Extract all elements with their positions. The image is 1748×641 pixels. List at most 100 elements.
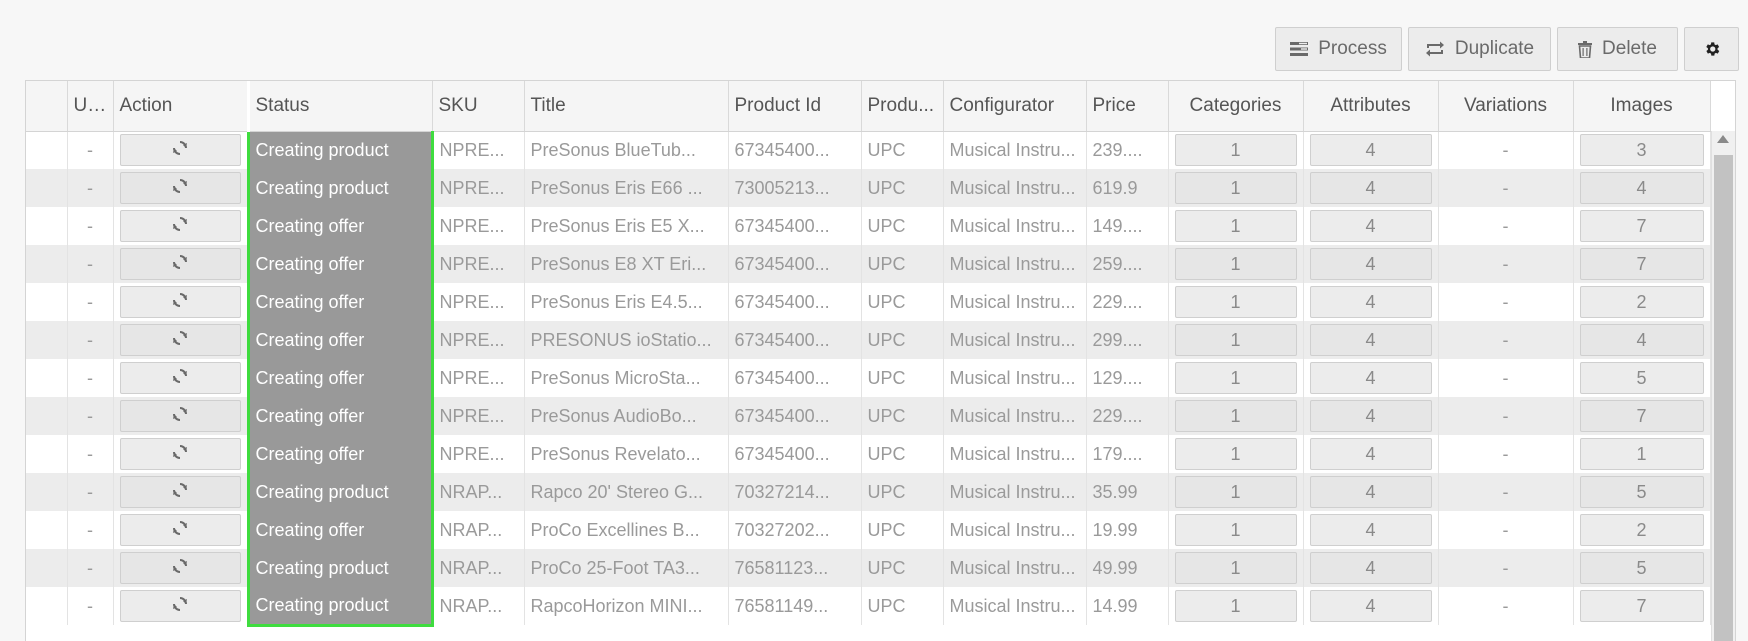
images-button[interactable]: 5 — [1579, 476, 1704, 508]
row-select-cell[interactable] — [26, 321, 68, 359]
images-button[interactable]: 1 — [1579, 438, 1704, 470]
table-row[interactable]: - Creating product NRAP... ProCo 25-Foot… — [26, 549, 1711, 587]
categories-button[interactable]: 1 — [1174, 286, 1297, 318]
table-row[interactable]: - Creating offer NPRE... PreSonus Eris E… — [26, 283, 1711, 321]
refresh-button[interactable] — [119, 438, 241, 470]
attributes-button[interactable]: 4 — [1309, 400, 1432, 432]
images-button[interactable]: 7 — [1579, 590, 1704, 622]
row-select-cell[interactable] — [26, 473, 68, 511]
images-button[interactable]: 7 — [1579, 400, 1704, 432]
attributes-button[interactable]: 4 — [1309, 438, 1432, 470]
col-variations[interactable]: Variations — [1438, 81, 1574, 132]
categories-button[interactable]: 1 — [1174, 476, 1297, 508]
refresh-button[interactable] — [119, 362, 241, 394]
categories-button[interactable]: 1 — [1174, 248, 1297, 280]
table-row[interactable]: - Creating offer NPRE... PreSonus E8 XT … — [26, 245, 1711, 283]
table-row[interactable]: - Creating offer NRAP... ProCo Excelline… — [26, 511, 1711, 549]
col-status[interactable]: Status — [248, 81, 433, 132]
col-select[interactable] — [26, 81, 68, 132]
categories-button[interactable]: 1 — [1174, 590, 1297, 622]
attributes-button[interactable]: 4 — [1309, 286, 1432, 318]
refresh-button[interactable] — [119, 172, 241, 204]
refresh-button[interactable] — [119, 286, 241, 318]
images-button[interactable]: 2 — [1579, 286, 1704, 318]
table-row[interactable]: - Creating offer NPRE... PreSonus Eris E… — [26, 207, 1711, 245]
table-row[interactable]: - Creating product NPRE... PreSonus Eris… — [26, 169, 1711, 207]
col-images[interactable]: Images — [1573, 81, 1711, 132]
row-select-cell[interactable] — [26, 549, 68, 587]
delete-button[interactable]: Delete — [1557, 27, 1678, 71]
refresh-button[interactable] — [119, 590, 241, 622]
refresh-button[interactable] — [119, 134, 241, 167]
table-row[interactable]: - Creating product NPRE... PreSonus Blue… — [26, 131, 1711, 169]
row-select-cell[interactable] — [26, 245, 68, 283]
categories-button[interactable]: 1 — [1174, 134, 1297, 167]
col-product-id[interactable]: Product Id — [728, 81, 862, 132]
table-row[interactable]: - Creating product NRAP... RapcoHorizon … — [26, 587, 1711, 627]
row-select-cell[interactable] — [26, 169, 68, 207]
categories-button[interactable]: 1 — [1174, 514, 1297, 546]
attributes-button[interactable]: 4 — [1309, 590, 1432, 622]
images-button[interactable]: 4 — [1579, 172, 1704, 204]
col-price[interactable]: Price — [1086, 81, 1169, 132]
attributes-cell: 4 — [1303, 131, 1439, 169]
images-button[interactable]: 3 — [1579, 134, 1704, 167]
categories-button[interactable]: 1 — [1174, 438, 1297, 470]
table-row[interactable]: - Creating product NRAP... Rapco 20' Ste… — [26, 473, 1711, 511]
categories-button[interactable]: 1 — [1174, 552, 1297, 584]
row-select-cell[interactable] — [26, 511, 68, 549]
settings-button[interactable] — [1684, 27, 1739, 71]
col-title[interactable]: Title — [524, 81, 729, 132]
row-select-cell[interactable] — [26, 283, 68, 321]
attributes-button[interactable]: 4 — [1309, 514, 1432, 546]
categories-button[interactable]: 1 — [1174, 324, 1297, 356]
attributes-button[interactable]: 4 — [1309, 210, 1432, 242]
images-button[interactable]: 5 — [1579, 362, 1704, 394]
scroll-up-arrow-icon[interactable] — [1717, 135, 1729, 143]
col-configurator[interactable]: Configurator — [943, 81, 1087, 132]
refresh-button[interactable] — [119, 476, 241, 508]
col-url[interactable]: URL — [67, 81, 114, 132]
vertical-scrollbar[interactable] — [1711, 131, 1735, 641]
process-button[interactable]: Process — [1275, 27, 1402, 71]
attributes-button[interactable]: 4 — [1309, 552, 1432, 584]
attributes-button[interactable]: 4 — [1309, 324, 1432, 356]
table-row[interactable]: - Creating offer NPRE... PRESONUS ioStat… — [26, 321, 1711, 359]
col-action[interactable]: Action — [113, 81, 249, 132]
row-select-cell[interactable] — [26, 587, 68, 625]
table-row[interactable]: - Creating offer NPRE... PreSonus MicroS… — [26, 359, 1711, 397]
col-product-type[interactable]: Produ... — [861, 81, 944, 132]
row-select-cell[interactable] — [26, 435, 68, 473]
attributes-button[interactable]: 4 — [1309, 134, 1432, 167]
categories-button[interactable]: 1 — [1174, 400, 1297, 432]
refresh-button[interactable] — [119, 324, 241, 356]
row-select-cell[interactable] — [26, 131, 68, 169]
col-categories[interactable]: Categories — [1168, 81, 1304, 132]
images-button[interactable]: 7 — [1579, 210, 1704, 242]
categories-button[interactable]: 1 — [1174, 172, 1297, 204]
refresh-button[interactable] — [119, 552, 241, 584]
refresh-button[interactable] — [119, 248, 241, 280]
categories-button[interactable]: 1 — [1174, 362, 1297, 394]
col-sku[interactable]: SKU — [432, 81, 525, 132]
images-button[interactable]: 2 — [1579, 514, 1704, 546]
attributes-button[interactable]: 4 — [1309, 476, 1432, 508]
attributes-button[interactable]: 4 — [1309, 172, 1432, 204]
table-row[interactable]: - Creating offer NPRE... PreSonus Revela… — [26, 435, 1711, 473]
images-button[interactable]: 7 — [1579, 248, 1704, 280]
refresh-button[interactable] — [119, 210, 241, 242]
scrollbar-thumb[interactable] — [1714, 155, 1733, 641]
table-row[interactable]: - Creating offer NPRE... PreSonus AudioB… — [26, 397, 1711, 435]
refresh-button[interactable] — [119, 514, 241, 546]
categories-button[interactable]: 1 — [1174, 210, 1297, 242]
col-attributes[interactable]: Attributes — [1303, 81, 1439, 132]
images-button[interactable]: 5 — [1579, 552, 1704, 584]
attributes-button[interactable]: 4 — [1309, 362, 1432, 394]
attributes-button[interactable]: 4 — [1309, 248, 1432, 280]
refresh-button[interactable] — [119, 400, 241, 432]
row-select-cell[interactable] — [26, 359, 68, 397]
duplicate-button[interactable]: Duplicate — [1408, 27, 1551, 71]
row-select-cell[interactable] — [26, 397, 68, 435]
row-select-cell[interactable] — [26, 207, 68, 245]
images-button[interactable]: 4 — [1579, 324, 1704, 356]
